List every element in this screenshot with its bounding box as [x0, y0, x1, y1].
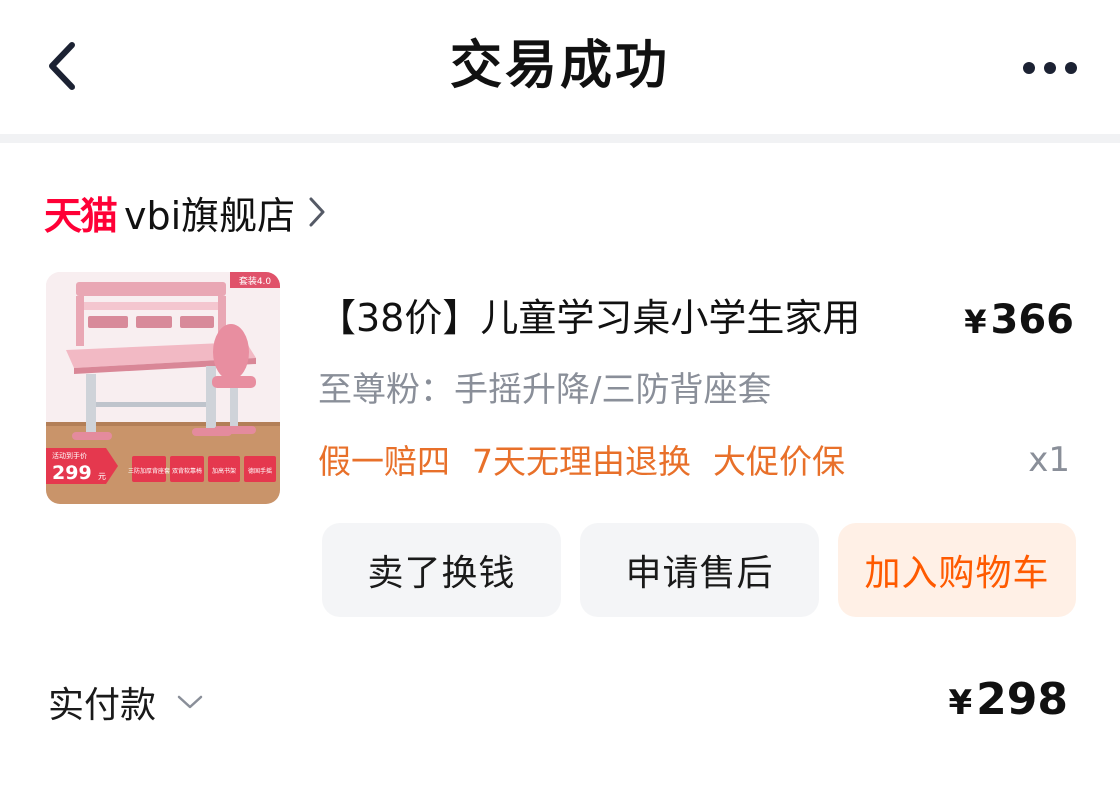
paid-amount-value: 298	[976, 674, 1068, 725]
more-button[interactable]	[1010, 40, 1090, 96]
paid-amount: ¥298	[948, 670, 1068, 733]
promo-price: 299	[52, 462, 92, 484]
product-image[interactable]: 套装4.0 活动到手价 299 元 三防加厚背座套 双背软靠椅 加高书架 德国手…	[46, 272, 280, 504]
quantity: x1	[1028, 440, 1070, 480]
currency-symbol: ¥	[948, 683, 973, 723]
shop-name: vbi旗舰店	[124, 193, 296, 238]
tmall-logo: 天猫	[44, 193, 118, 238]
paid-label: 实付款	[48, 685, 157, 726]
after-sale-button[interactable]: 申请售后	[580, 523, 819, 617]
add-to-cart-button[interactable]: 加入购物车	[838, 523, 1076, 617]
shop-link[interactable]: 天猫 vbi旗舰店	[44, 184, 327, 240]
price-value: 366	[990, 297, 1075, 343]
more-dot	[1065, 62, 1077, 74]
promo-unit: 元	[98, 472, 106, 481]
badge-text: 套装4.0	[239, 275, 272, 287]
product-title[interactable]: 【38价】儿童学习桌小学生家用	[318, 290, 860, 346]
product-image-illustration: 套装4.0 活动到手价 299 元 三防加厚背座套 双背软靠椅 加高书架 德国手…	[46, 272, 280, 504]
promise-tag: 假一赔四	[318, 442, 450, 481]
chevron-down-icon	[176, 693, 204, 711]
promo-label: 活动到手价	[52, 451, 87, 460]
feature-chip: 双背软靠椅	[172, 467, 202, 475]
section-divider	[0, 134, 1120, 143]
product-sku: 至尊粉：手摇升降/三防背座套	[318, 370, 772, 410]
feature-chip: 德国手摇	[248, 467, 272, 475]
feature-chip: 三防加厚背座套	[128, 467, 170, 475]
promise-tag: 7天无理由退换	[472, 442, 691, 481]
feature-chip: 加高书架	[212, 467, 236, 475]
page-title: 交易成功	[449, 36, 670, 96]
more-dot	[1044, 62, 1056, 74]
promise-tag: 大促价保	[713, 442, 845, 481]
chevron-right-icon	[307, 195, 327, 229]
currency-symbol: ¥	[964, 303, 987, 341]
more-dots-icon	[1023, 62, 1035, 74]
sell-button[interactable]: 卖了换钱	[322, 523, 561, 617]
product-price: ¥366	[964, 292, 1074, 350]
service-promises: 假一赔四 7天无理由退换 大促价保	[318, 434, 845, 490]
paid-amount-toggle[interactable]: 实付款	[48, 672, 204, 732]
top-nav-bar: 交易成功	[0, 0, 1120, 136]
